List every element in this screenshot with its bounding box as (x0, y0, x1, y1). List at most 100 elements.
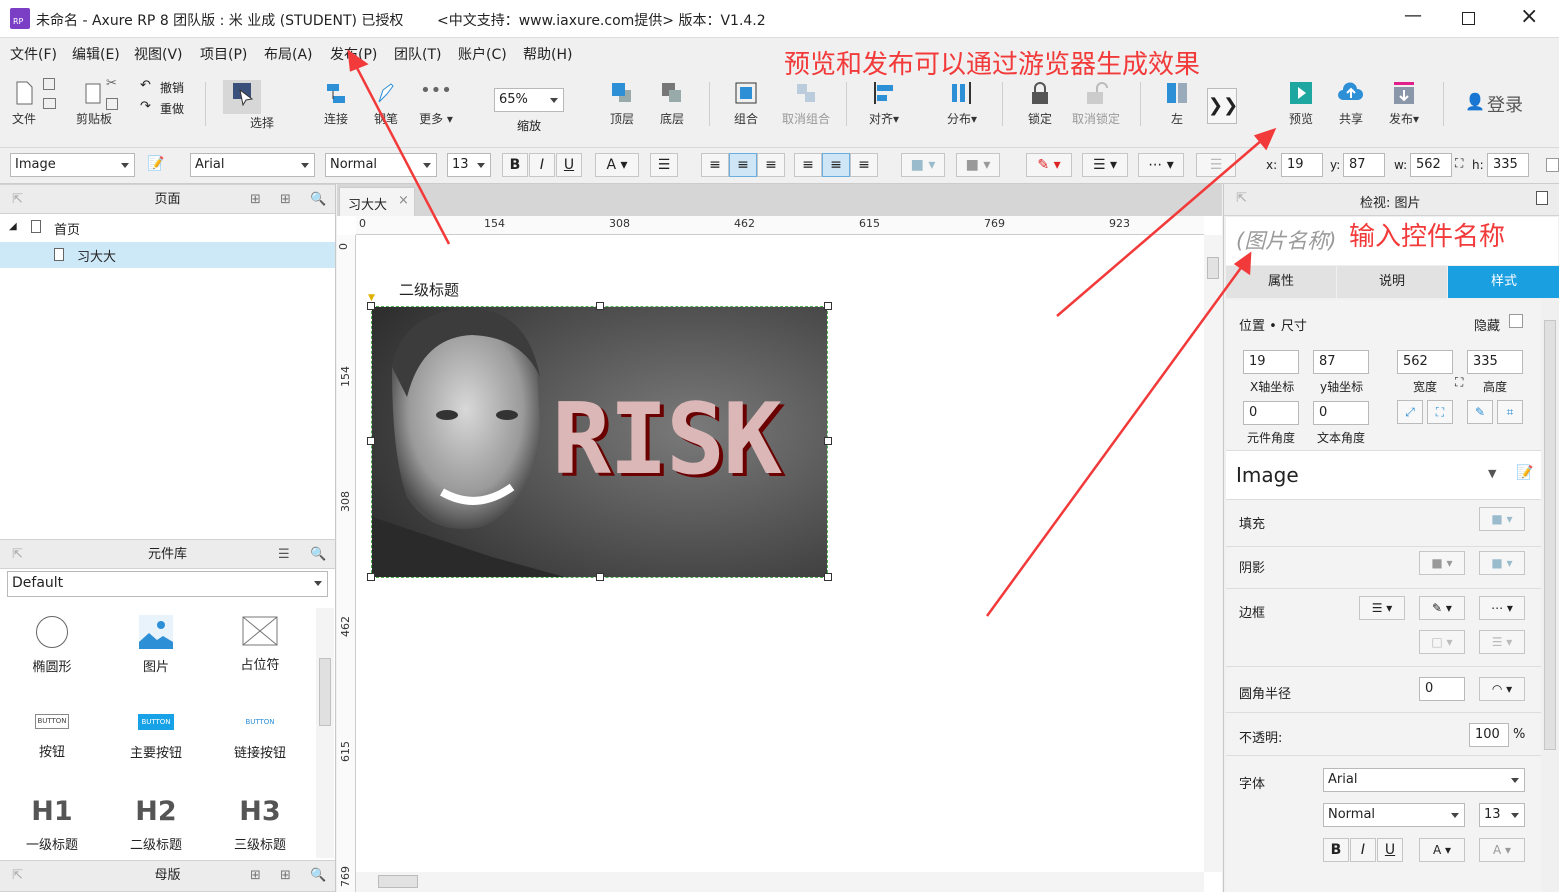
style-edit-icon[interactable]: 📝 (1516, 465, 1533, 481)
tab-style[interactable]: 样式 (1448, 266, 1559, 298)
library-item-image[interactable]: 图片 (104, 614, 208, 675)
original-size-icon[interactable]: ⛶ (1427, 400, 1453, 424)
border-weight-select[interactable]: ☰ ▾ (1359, 596, 1405, 620)
fill-color-select[interactable]: ■ ▾ (1479, 507, 1525, 531)
inspector-scrollbar[interactable] (1542, 302, 1558, 892)
resize-handle-w[interactable] (367, 437, 375, 445)
line-weight-button[interactable]: ☰ ▾ (1082, 153, 1128, 177)
copy-icon[interactable] (106, 98, 118, 110)
corner-radius-input[interactable]: 0 (1419, 677, 1465, 701)
canvas-image-widget[interactable]: RISK (371, 306, 828, 578)
corner-select[interactable]: ◠ ▾ (1479, 677, 1525, 701)
tree-item-page[interactable]: 习大大 (0, 242, 335, 268)
widget-style-select[interactable]: Image (1236, 463, 1299, 487)
resize-handle-e[interactable] (824, 437, 832, 445)
bold-button[interactable]: B (1323, 838, 1349, 862)
line-color-button[interactable]: ✎ ▾ (1026, 153, 1072, 177)
border-color-select[interactable]: ✎ ▾ (1419, 596, 1465, 620)
save-icon[interactable] (43, 78, 55, 90)
resize-handle-ne[interactable] (824, 302, 832, 310)
text-angle-input[interactable]: 0 (1313, 401, 1369, 425)
menu-help[interactable]: 帮助(H) (523, 44, 572, 64)
crop-icon[interactable]: ⌗ (1497, 400, 1523, 424)
valign-middle-button[interactable]: ≡ (822, 153, 850, 177)
close-icon[interactable]: × (1520, 4, 1538, 29)
redo-button[interactable]: 重做 (160, 100, 184, 117)
library-item-h3[interactable]: H3 三级标题 (208, 796, 312, 853)
hidden-checkbox[interactable] (1509, 314, 1523, 328)
border-style-select[interactable]: ⋯ ▾ (1479, 596, 1525, 620)
style-select[interactable]: Image (10, 153, 135, 177)
width-input[interactable]: 562 (1397, 350, 1453, 374)
fit-image-icon[interactable]: ⤢ (1397, 400, 1423, 424)
resize-handle-n[interactable] (596, 302, 604, 310)
tab-properties[interactable]: 属性 (1226, 266, 1336, 298)
open-icon[interactable] (43, 98, 56, 109)
zoom-select[interactable]: 65% (494, 88, 564, 112)
fill-color-button[interactable]: ■ ▾ (901, 153, 945, 177)
height-input[interactable]: 335 (1467, 350, 1523, 374)
library-item-placeholder[interactable]: 占位符 (208, 616, 312, 673)
close-tab-icon[interactable]: × (398, 193, 409, 208)
w-field[interactable]: 562 (1410, 153, 1452, 177)
bullet-list-button[interactable]: ☰ (650, 153, 678, 177)
cut-icon[interactable]: ✂ (106, 76, 117, 91)
login-button[interactable]: 登录 (1487, 91, 1523, 117)
underline-button[interactable]: U (1377, 838, 1403, 862)
library-select[interactable]: Default (7, 571, 328, 597)
connect-button[interactable]: 连接 (318, 80, 354, 127)
library-item-ellipse[interactable]: 椭圆形 (0, 616, 104, 675)
menu-edit[interactable]: 编辑(E) (72, 44, 120, 64)
preview-button[interactable]: 预览 (1283, 80, 1319, 127)
line-style-button[interactable]: ⋯ ▾ (1138, 153, 1184, 177)
minimize-icon[interactable]: — (1404, 5, 1422, 26)
library-scrollbar[interactable] (316, 608, 334, 858)
x-field[interactable]: 19 (1281, 153, 1323, 177)
opacity-input[interactable]: 100 (1469, 723, 1509, 747)
publish-button[interactable]: 发布▾ (1382, 80, 1426, 127)
search-icon[interactable]: 🔍 (310, 185, 326, 214)
undo-button[interactable]: 撤销 (160, 79, 184, 96)
valign-bottom-button[interactable]: ≡ (850, 153, 878, 177)
valign-top-button[interactable]: ≡ (794, 153, 822, 177)
bring-to-front-button[interactable]: 顶层 (604, 80, 640, 127)
left-panel-button[interactable]: 左 (1159, 80, 1195, 127)
menu-layout[interactable]: 布局(A) (264, 44, 313, 64)
add-master-icon[interactable]: ⊞ (250, 861, 261, 890)
expand-more-icon[interactable]: ❯❯ (1207, 88, 1238, 124)
collapse-icon[interactable]: ⇱ (12, 861, 23, 890)
library-item-link-button[interactable]: BUTTON 链接按钮 (208, 714, 312, 761)
undo-icon[interactable]: ↶ (140, 78, 151, 93)
group-button[interactable]: 组合 (728, 80, 764, 127)
canvas-vertical-scrollbar[interactable] (1204, 235, 1222, 872)
underline-button[interactable]: U (556, 153, 582, 177)
resize-handle-sw[interactable] (367, 573, 375, 581)
y-coordinate-input[interactable]: 87 (1313, 350, 1369, 374)
chevron-down-icon[interactable]: ▼ (1488, 467, 1496, 480)
x-coordinate-input[interactable]: 19 (1243, 350, 1299, 374)
resize-handle-s[interactable] (596, 573, 604, 581)
library-item-button[interactable]: BUTTON 按钮 (0, 714, 104, 760)
collapse-icon[interactable]: ⇱ (12, 540, 23, 569)
font-select[interactable]: Arial (190, 153, 315, 177)
slice-icon[interactable]: ✎ (1467, 400, 1493, 424)
tab-notes[interactable]: 说明 (1337, 266, 1447, 298)
size-select[interactable]: 13 (447, 153, 491, 177)
search-icon[interactable]: 🔍 (310, 540, 326, 569)
collapse-icon[interactable]: ⇱ (12, 185, 23, 214)
font-color-select[interactable]: A ▾ (1419, 838, 1465, 862)
collapse-icon[interactable]: ⇱ (1236, 191, 1247, 206)
align-center-button[interactable]: ≡ (729, 153, 757, 177)
send-to-back-button[interactable]: 底层 (654, 80, 690, 127)
lock-button[interactable]: 锁定 (1022, 80, 1058, 127)
lock-ratio-icon[interactable]: ⛶ (1455, 375, 1463, 390)
h-field[interactable]: 335 (1487, 153, 1529, 177)
font-weight-select[interactable]: Normal (1323, 803, 1465, 827)
outer-shadow-select[interactable]: ■ ▾ (1419, 551, 1465, 575)
notes-icon[interactable] (1536, 191, 1548, 205)
align-right-button[interactable]: ≡ (757, 153, 785, 177)
widget-angle-input[interactable]: 0 (1243, 401, 1299, 425)
lock-ratio-icon[interactable]: ⛶ (1455, 156, 1463, 171)
menu-project[interactable]: 项目(P) (200, 44, 247, 64)
redo-icon[interactable]: ↷ (140, 99, 151, 114)
